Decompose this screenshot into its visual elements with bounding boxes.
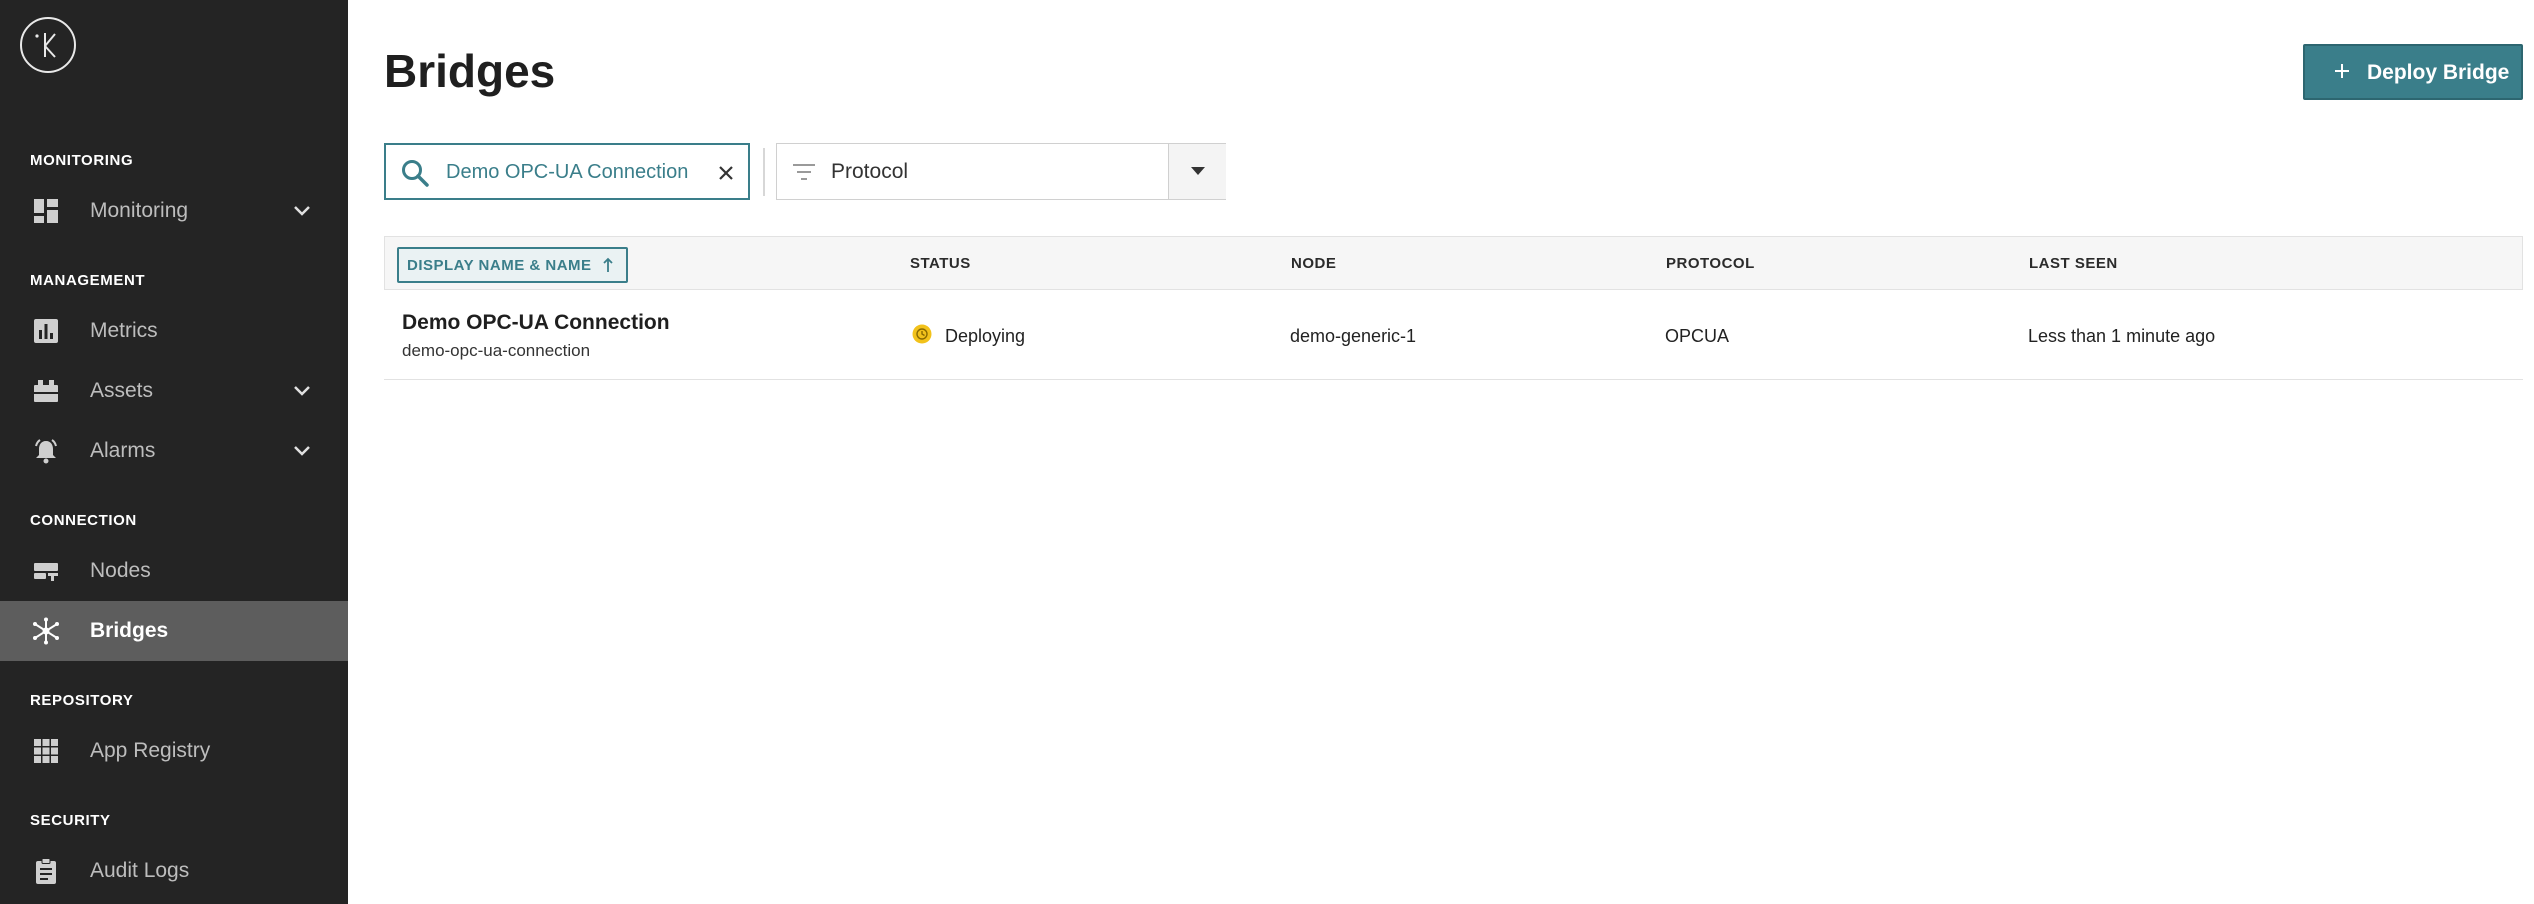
sidebar-item-assets[interactable]: Assets: [0, 361, 348, 421]
search-input[interactable]: [446, 157, 696, 187]
sidebar-item-nodes[interactable]: Nodes: [0, 541, 348, 601]
filter-icon: [793, 164, 815, 180]
sidebar-item-label: Bridges: [90, 619, 169, 642]
deploy-bridge-label: Deploy Bridge: [2367, 61, 2510, 84]
sidebar-item-audit-logs[interactable]: Audit Logs: [0, 841, 348, 901]
table-header: DISPLAY NAME & NAME STATUS NODE PROTOCOL…: [384, 236, 2523, 290]
bridges-icon: [33, 617, 59, 645]
chevron-down-icon[interactable]: [292, 443, 312, 459]
search-icon: [402, 160, 429, 187]
bar-chart-icon: [34, 319, 58, 343]
sidebar-item-label: Assets: [90, 379, 154, 402]
search-field[interactable]: [384, 143, 750, 200]
bridge-last-seen: Less than 1 minute ago: [2028, 326, 2216, 346]
column-header-status[interactable]: STATUS: [910, 255, 971, 272]
section-title-repository: REPOSITORY: [30, 692, 134, 709]
protocol-dropdown-button[interactable]: [1168, 144, 1226, 199]
sidebar-item-label: Monitoring: [90, 199, 189, 222]
sidebar-item-app-registry[interactable]: App Registry: [0, 721, 348, 781]
protocol-filter-label: Protocol: [831, 160, 909, 183]
section-title-security: SECURITY: [30, 812, 111, 829]
bridge-node[interactable]: demo-generic-1: [1290, 326, 1416, 347]
app-logo[interactable]: [20, 17, 76, 73]
sidebar-item-metrics[interactable]: Metrics: [0, 301, 348, 361]
caret-down-icon: [1191, 167, 1205, 175]
sidebar-item-monitoring[interactable]: Monitoring: [0, 181, 348, 241]
deploying-status-icon: [912, 324, 932, 344]
sort-display-name-button[interactable]: DISPLAY NAME & NAME: [397, 247, 628, 283]
clipboard-icon: [36, 858, 56, 884]
assets-icon: [34, 380, 58, 402]
alarm-bell-icon: [35, 439, 57, 464]
sidebar: MONITORING Monitoring MANAGEMENT Metrics…: [0, 0, 348, 904]
clear-search-icon[interactable]: [716, 163, 736, 183]
deploy-bridge-button[interactable]: Deploy Bridge: [2303, 44, 2523, 100]
section-title-connection: CONNECTION: [30, 512, 137, 529]
sidebar-item-alarms[interactable]: Alarms: [0, 421, 348, 481]
arrow-up-icon: [602, 257, 613, 272]
bridge-display-name: Demo OPC-UA Connection: [402, 311, 670, 334]
chevron-down-icon[interactable]: [292, 383, 312, 399]
sidebar-item-label: Audit Logs: [90, 859, 190, 882]
section-title-management: MANAGEMENT: [30, 272, 146, 289]
sidebar-item-bridges[interactable]: Bridges: [0, 601, 348, 661]
sidebar-item-label: Nodes: [90, 559, 151, 582]
section-title-monitoring: MONITORING: [30, 152, 134, 169]
bridge-name: demo-opc-ua-connection: [402, 341, 591, 360]
column-header-name: DISPLAY NAME & NAME: [407, 256, 592, 274]
nodes-icon: [34, 563, 58, 581]
grid-icon: [34, 739, 58, 763]
bridge-protocol: OPCUA: [1665, 326, 1730, 346]
sidebar-item-label: Alarms: [90, 439, 156, 462]
chevron-down-icon[interactable]: [292, 203, 312, 219]
protocol-filter[interactable]: Protocol: [776, 143, 1226, 200]
sidebar-item-label: Metrics: [90, 319, 158, 342]
column-header-node[interactable]: NODE: [1291, 255, 1336, 272]
dashboard-icon: [34, 199, 58, 223]
column-header-protocol[interactable]: PROTOCOL: [1666, 255, 1755, 272]
page-title: Bridges: [384, 45, 556, 97]
toolbar-divider: [763, 148, 765, 196]
bridge-status: Deploying: [945, 326, 1026, 346]
logo-k-icon: [35, 33, 56, 58]
sidebar-item-label: App Registry: [90, 739, 211, 762]
table-row[interactable]: Demo OPC-UA Connection demo-opc-ua-conne…: [384, 290, 2523, 380]
plus-icon: [2335, 64, 2349, 78]
column-header-last-seen[interactable]: LAST SEEN: [2029, 255, 2118, 272]
